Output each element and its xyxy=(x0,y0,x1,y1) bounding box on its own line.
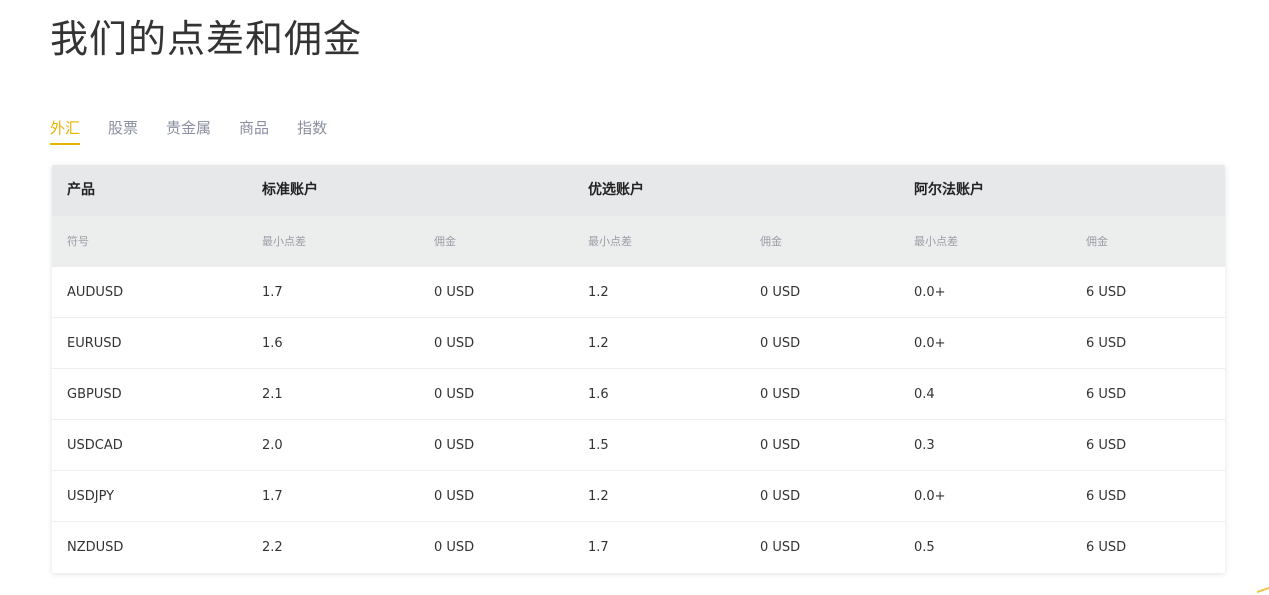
cell-preferred-spread: 1.2 xyxy=(588,336,609,351)
tab-commodities[interactable]: 商品 xyxy=(239,117,269,145)
tab-indices[interactable]: 指数 xyxy=(297,117,327,145)
subheader-preferred-spread: 最小点差 xyxy=(588,235,632,248)
cell-preferred-commission: 0 USD xyxy=(760,489,801,504)
cell-symbol: NZDUSD xyxy=(67,540,124,555)
subheader-alpha-commission: 佣金 xyxy=(1086,235,1108,248)
tab-forex[interactable]: 外汇 xyxy=(50,117,81,145)
cell-symbol: USDCAD xyxy=(67,438,123,453)
tab-precious-metals[interactable]: 贵金属 xyxy=(166,117,211,145)
corner-accent-mark xyxy=(1257,586,1269,595)
table-subheader-row: 符号 最小点差 佣金 最小点差 佣金 最小点差 佣金 xyxy=(52,216,1225,267)
header-alpha-account: 阿尔法账户 xyxy=(914,182,984,198)
cell-symbol: EURUSD xyxy=(67,336,122,351)
subheader-alpha-spread: 最小点差 xyxy=(914,235,958,248)
table-row: GBPUSD 2.1 0 USD 1.6 0 USD 0.4 6 USD xyxy=(52,369,1225,420)
cell-preferred-spread: 1.5 xyxy=(588,438,609,453)
cell-symbol: GBPUSD xyxy=(67,387,122,402)
header-standard-account: 标准账户 xyxy=(262,182,318,198)
cell-alpha-commission: 6 USD xyxy=(1086,438,1127,453)
cell-alpha-commission: 6 USD xyxy=(1086,387,1127,402)
table-header-row: 产品 标准账户 优选账户 阿尔法账户 xyxy=(52,165,1225,216)
cell-standard-spread: 1.6 xyxy=(262,336,283,351)
tab-stocks[interactable]: 股票 xyxy=(108,117,138,145)
cell-preferred-spread: 1.7 xyxy=(588,540,609,555)
cell-standard-spread: 1.7 xyxy=(262,489,283,504)
page-title: 我们的点差和佣金 xyxy=(50,17,363,61)
header-preferred-account: 优选账户 xyxy=(588,182,644,198)
cell-preferred-commission: 0 USD xyxy=(760,540,801,555)
cell-alpha-commission: 6 USD xyxy=(1086,540,1127,555)
cell-preferred-commission: 0 USD xyxy=(760,387,801,402)
instrument-tabs: 外汇 股票 贵金属 商品 指数 xyxy=(50,117,355,145)
cell-alpha-spread: 0.3 xyxy=(914,438,935,453)
cell-standard-commission: 0 USD xyxy=(434,489,475,504)
cell-alpha-spread: 0.0+ xyxy=(914,489,946,504)
cell-standard-commission: 0 USD xyxy=(434,438,475,453)
cell-alpha-commission: 6 USD xyxy=(1086,336,1127,351)
cell-preferred-commission: 0 USD xyxy=(760,438,801,453)
table-row: EURUSD 1.6 0 USD 1.2 0 USD 0.0+ 6 USD xyxy=(52,318,1225,369)
cell-standard-spread: 2.2 xyxy=(262,540,283,555)
cell-standard-spread: 1.7 xyxy=(262,285,283,300)
cell-standard-commission: 0 USD xyxy=(434,285,475,300)
cell-alpha-commission: 6 USD xyxy=(1086,285,1127,300)
cell-preferred-commission: 0 USD xyxy=(760,336,801,351)
table-row: NZDUSD 2.2 0 USD 1.7 0 USD 0.5 6 USD xyxy=(52,522,1225,573)
cell-standard-commission: 0 USD xyxy=(434,336,475,351)
cell-alpha-spread: 0.5 xyxy=(914,540,935,555)
cell-preferred-spread: 1.2 xyxy=(588,489,609,504)
cell-standard-spread: 2.1 xyxy=(262,387,283,402)
cell-standard-commission: 0 USD xyxy=(434,540,475,555)
header-product: 产品 xyxy=(67,182,95,198)
subheader-standard-spread: 最小点差 xyxy=(262,235,306,248)
cell-symbol: USDJPY xyxy=(67,489,115,504)
cell-preferred-spread: 1.6 xyxy=(588,387,609,402)
cell-preferred-spread: 1.2 xyxy=(588,285,609,300)
cell-alpha-spread: 0.0+ xyxy=(914,285,946,300)
table-row: USDJPY 1.7 0 USD 1.2 0 USD 0.0+ 6 USD xyxy=(52,471,1225,522)
page: 我们的点差和佣金 外汇 股票 贵金属 商品 指数 产品 标准账户 优选账户 阿尔… xyxy=(0,0,1269,595)
spreads-table: 产品 标准账户 优选账户 阿尔法账户 符号 最小点差 佣金 最小点差 佣金 最小… xyxy=(52,165,1225,573)
cell-alpha-spread: 0.0+ xyxy=(914,336,946,351)
subheader-symbol: 符号 xyxy=(67,235,89,248)
subheader-preferred-commission: 佣金 xyxy=(760,235,782,248)
table-row: USDCAD 2.0 0 USD 1.5 0 USD 0.3 6 USD xyxy=(52,420,1225,471)
cell-standard-spread: 2.0 xyxy=(262,438,283,453)
cell-symbol: AUDUSD xyxy=(67,285,124,300)
cell-alpha-commission: 6 USD xyxy=(1086,489,1127,504)
subheader-standard-commission: 佣金 xyxy=(434,235,456,248)
cell-standard-commission: 0 USD xyxy=(434,387,475,402)
cell-preferred-commission: 0 USD xyxy=(760,285,801,300)
table-row: AUDUSD 1.7 0 USD 1.2 0 USD 0.0+ 6 USD xyxy=(52,267,1225,318)
cell-alpha-spread: 0.4 xyxy=(914,387,935,402)
